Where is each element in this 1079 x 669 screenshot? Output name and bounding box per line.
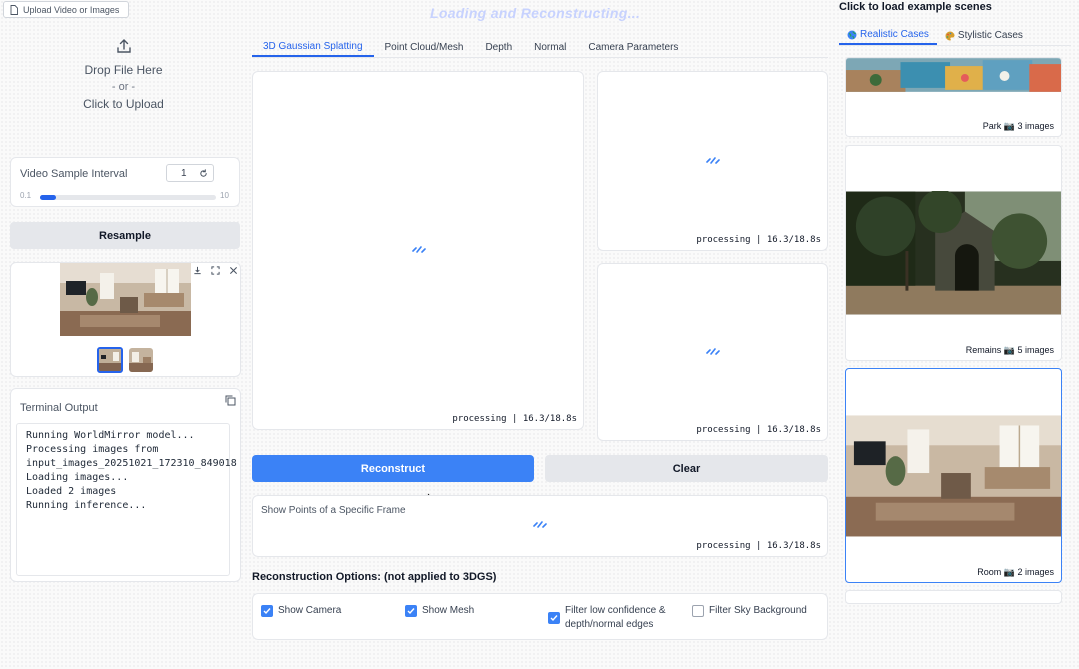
- upload-icon: [116, 39, 131, 53]
- filter-low-confidence-option[interactable]: Filter low confidence & depth/normal edg…: [548, 604, 666, 632]
- remains-thumbnail: [846, 191, 1061, 315]
- resample-button[interactable]: Resample: [10, 222, 240, 249]
- filter-low-confidence-label: Filter low confidence & depth/normal edg…: [565, 605, 666, 630]
- view-tabs: 3D Gaussian Splatting Point Cloud/Mesh D…: [252, 37, 689, 57]
- example-card-next[interactable]: [845, 590, 1062, 604]
- globe-icon: [847, 30, 857, 39]
- terminal-line: Running inference...: [26, 500, 147, 511]
- tab-realistic-cases[interactable]: Realistic Cases: [839, 26, 937, 45]
- terminal-line: Loading images...: [26, 472, 129, 483]
- clear-button[interactable]: Clear: [545, 455, 828, 482]
- example-card-caption: Room 📷 2 images: [974, 566, 1057, 579]
- tab-point-cloud-mesh[interactable]: Point Cloud/Mesh: [374, 37, 475, 57]
- tab-depth[interactable]: Depth: [474, 37, 523, 57]
- show-camera-option[interactable]: Show Camera: [261, 604, 341, 618]
- palette-icon: [945, 30, 955, 40]
- reconstruct-button[interactable]: Reconstruct: [252, 455, 534, 482]
- download-icon[interactable]: [191, 264, 203, 276]
- terminal-output-text[interactable]: Running WorldMirror model... Processing …: [16, 423, 237, 576]
- loading-spinner-icon: [706, 157, 720, 164]
- checkbox-checked-icon[interactable]: [405, 605, 417, 617]
- filter-sky-option[interactable]: Filter Sky Background: [692, 604, 807, 618]
- terminal-line: input_images_20251021_172310_849018: [26, 458, 237, 469]
- example-card-caption: Remains 📷 5 images: [962, 344, 1057, 357]
- sample-interval-slider[interactable]: [40, 195, 216, 200]
- sample-interval-value: 1: [181, 167, 187, 179]
- gallery-preview-image[interactable]: [60, 263, 191, 336]
- slider-min-label: 0.1: [20, 191, 32, 200]
- example-scenes-title: Click to load example scenes: [839, 1, 992, 13]
- normal-preview-viewer[interactable]: processing | 16.3/18.8s: [597, 263, 828, 441]
- loading-status-text: Loading and Reconstructing...: [430, 5, 641, 21]
- fullscreen-icon[interactable]: [209, 264, 221, 276]
- depth-preview-viewer[interactable]: processing | 16.3/18.8s: [597, 71, 828, 251]
- sample-interval-label: Video Sample Interval: [20, 168, 128, 180]
- slider-max-label: 10: [220, 191, 229, 200]
- loading-spinner-icon: [706, 348, 720, 355]
- reconstruction-options-heading: Reconstruction Options: (not applied to …: [252, 571, 497, 583]
- gallery-toolbar: [191, 264, 239, 276]
- processing-timer: processing | 16.3/18.8s: [696, 541, 821, 551]
- sample-interval-panel: Video Sample Interval 1 0.1 10: [10, 157, 240, 207]
- tab-stylistic-cases[interactable]: Stylistic Cases: [937, 26, 1031, 45]
- park-thumbnail: [846, 58, 1061, 92]
- frame-selector-panel: Show Points of a Specific Frame processi…: [252, 495, 828, 557]
- loading-spinner-icon: [412, 246, 426, 253]
- loading-spinner-icon: [533, 521, 547, 528]
- tab-normal[interactable]: Normal: [523, 37, 577, 57]
- terminal-line: Loaded 2 images: [26, 486, 117, 497]
- checkbox-checked-icon[interactable]: [261, 605, 273, 617]
- room-preview: [60, 263, 191, 336]
- sample-interval-input[interactable]: 1: [166, 164, 214, 182]
- file-drop-zone[interactable]: Drop File Here - or - Click to Upload: [3, 20, 244, 152]
- reset-icon[interactable]: [199, 168, 208, 178]
- checkbox-unchecked-icon[interactable]: [692, 605, 704, 617]
- filter-sky-label: Filter Sky Background: [709, 605, 807, 616]
- gaussian-splatting-viewer[interactable]: processing | 16.3/18.8s: [252, 71, 584, 430]
- terminal-output-label: Terminal Output: [20, 402, 98, 414]
- tabs-divider: [252, 57, 828, 58]
- checkbox-checked-icon[interactable]: [548, 612, 560, 624]
- show-mesh-option[interactable]: Show Mesh: [405, 604, 474, 618]
- upload-tab-label: Upload Video or Images: [3, 1, 129, 18]
- show-mesh-label: Show Mesh: [422, 605, 475, 616]
- processing-timer: processing | 16.3/18.8s: [696, 425, 821, 435]
- terminal-line: Processing images from: [26, 444, 159, 455]
- processing-timer: processing | 16.3/18.8s: [696, 235, 821, 245]
- close-icon[interactable]: [227, 264, 239, 276]
- room-thumbnail: [846, 415, 1061, 537]
- reconstruction-options-panel: Show Camera Show Mesh Filter low confide…: [252, 593, 828, 640]
- drop-file-text: Drop File Here: [84, 63, 163, 77]
- example-card-remains[interactable]: Remains 📷 5 images: [845, 145, 1062, 361]
- gallery-thumbnail-1[interactable]: [97, 347, 123, 373]
- processing-timer: processing | 16.3/18.8s: [452, 414, 577, 424]
- slider-fill: [40, 195, 56, 200]
- example-tabs: Realistic Cases Stylistic Cases: [839, 26, 1031, 45]
- tab-3d-gaussian-splatting[interactable]: 3D Gaussian Splatting: [252, 37, 374, 57]
- example-card-park[interactable]: Park 📷 3 images: [845, 57, 1062, 137]
- upload-tab-text: Upload Video or Images: [23, 4, 120, 15]
- frame-selector-label: Show Points of a Specific Frame: [261, 505, 406, 516]
- image-gallery-panel: [10, 262, 241, 377]
- copy-icon[interactable]: [225, 395, 237, 407]
- click-to-upload-text[interactable]: Click to Upload: [83, 97, 164, 111]
- show-camera-label: Show Camera: [278, 605, 342, 616]
- or-text: - or -: [111, 81, 136, 93]
- tab-camera-parameters[interactable]: Camera Parameters: [577, 37, 689, 57]
- example-tabs-divider: [839, 45, 1071, 46]
- terminal-line: Running WorldMirror model...: [26, 430, 195, 441]
- example-card-caption: Park 📷 3 images: [979, 120, 1057, 133]
- gallery-thumbnail-2[interactable]: [129, 348, 153, 372]
- terminal-output-panel: Terminal Output Running WorldMirror mode…: [10, 388, 241, 582]
- file-icon: [10, 4, 18, 15]
- example-card-room[interactable]: Room 📷 2 images: [845, 368, 1062, 583]
